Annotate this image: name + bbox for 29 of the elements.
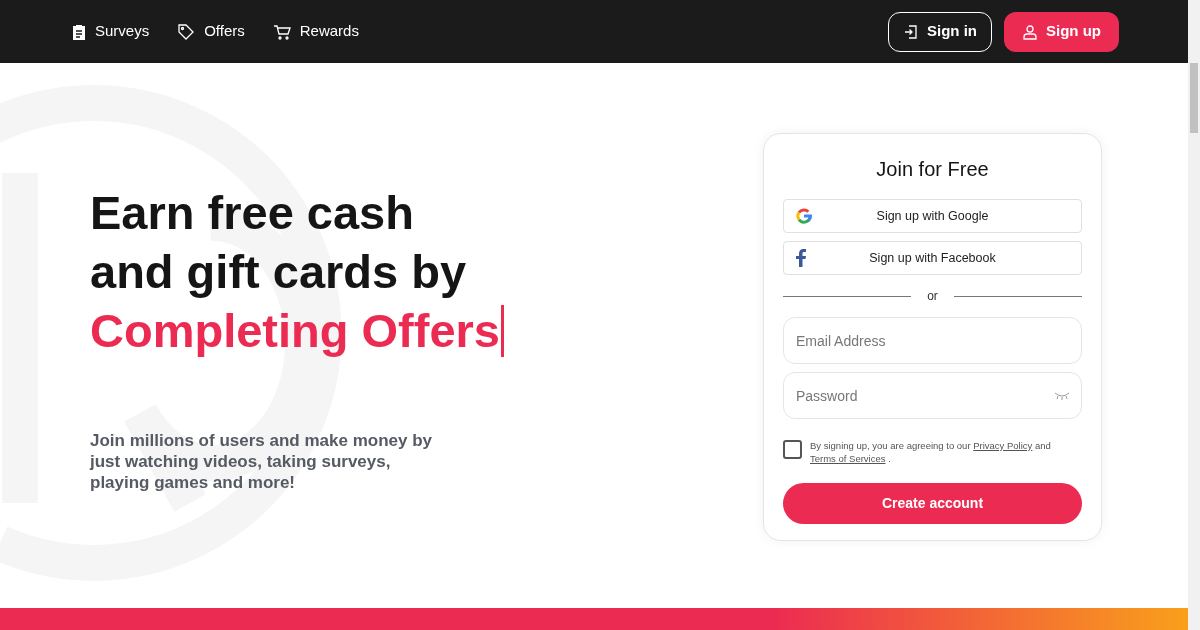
email-field[interactable]: Email Address bbox=[783, 317, 1082, 364]
nav-link[interactable]: Surveys bbox=[72, 20, 150, 43]
hero-description: Join millions of users and make money by just watching videos, taking surveys, playing games and more! bbox=[90, 430, 433, 493]
password-field[interactable]: Password bbox=[783, 372, 1082, 419]
cart-icon bbox=[272, 23, 291, 40]
headline-line: and gift cards by bbox=[90, 244, 467, 300]
sign-in-icon bbox=[903, 23, 919, 40]
headline-highlight: Completing Offers bbox=[90, 303, 500, 359]
card-title: Join for Free bbox=[875, 157, 990, 182]
tag-icon bbox=[177, 22, 196, 41]
divider-text: or bbox=[927, 288, 938, 305]
sign-up-button[interactable]: Sign up bbox=[1004, 11, 1119, 52]
create-account-button[interactable]: Create account bbox=[783, 483, 1082, 524]
terms-link[interactable]: Terms of Services bbox=[810, 453, 886, 464]
google-icon bbox=[796, 208, 812, 224]
social-signup-button[interactable]: Sign up with Google bbox=[783, 199, 1082, 233]
terms-text: By signing up, you are agreeing to our Privacy Policy and Terms of Services . bbox=[810, 439, 1052, 465]
facebook-icon bbox=[796, 249, 806, 267]
terms-link[interactable]: Privacy Policy bbox=[973, 440, 1033, 451]
terms-checkbox[interactable] bbox=[783, 440, 802, 459]
nav-link[interactable]: Rewards bbox=[272, 20, 359, 43]
social-signup-button[interactable]: Sign up with Facebook bbox=[783, 241, 1082, 275]
clipboard-icon bbox=[72, 23, 86, 40]
hidden-eye-icon[interactable] bbox=[1054, 392, 1070, 400]
sign-in-button[interactable]: Sign in bbox=[888, 11, 992, 52]
user-icon bbox=[1022, 23, 1038, 40]
text-cursor bbox=[500, 304, 504, 357]
nav-link[interactable]: Offers bbox=[177, 20, 245, 43]
headline-line: Earn free cash bbox=[90, 185, 414, 241]
